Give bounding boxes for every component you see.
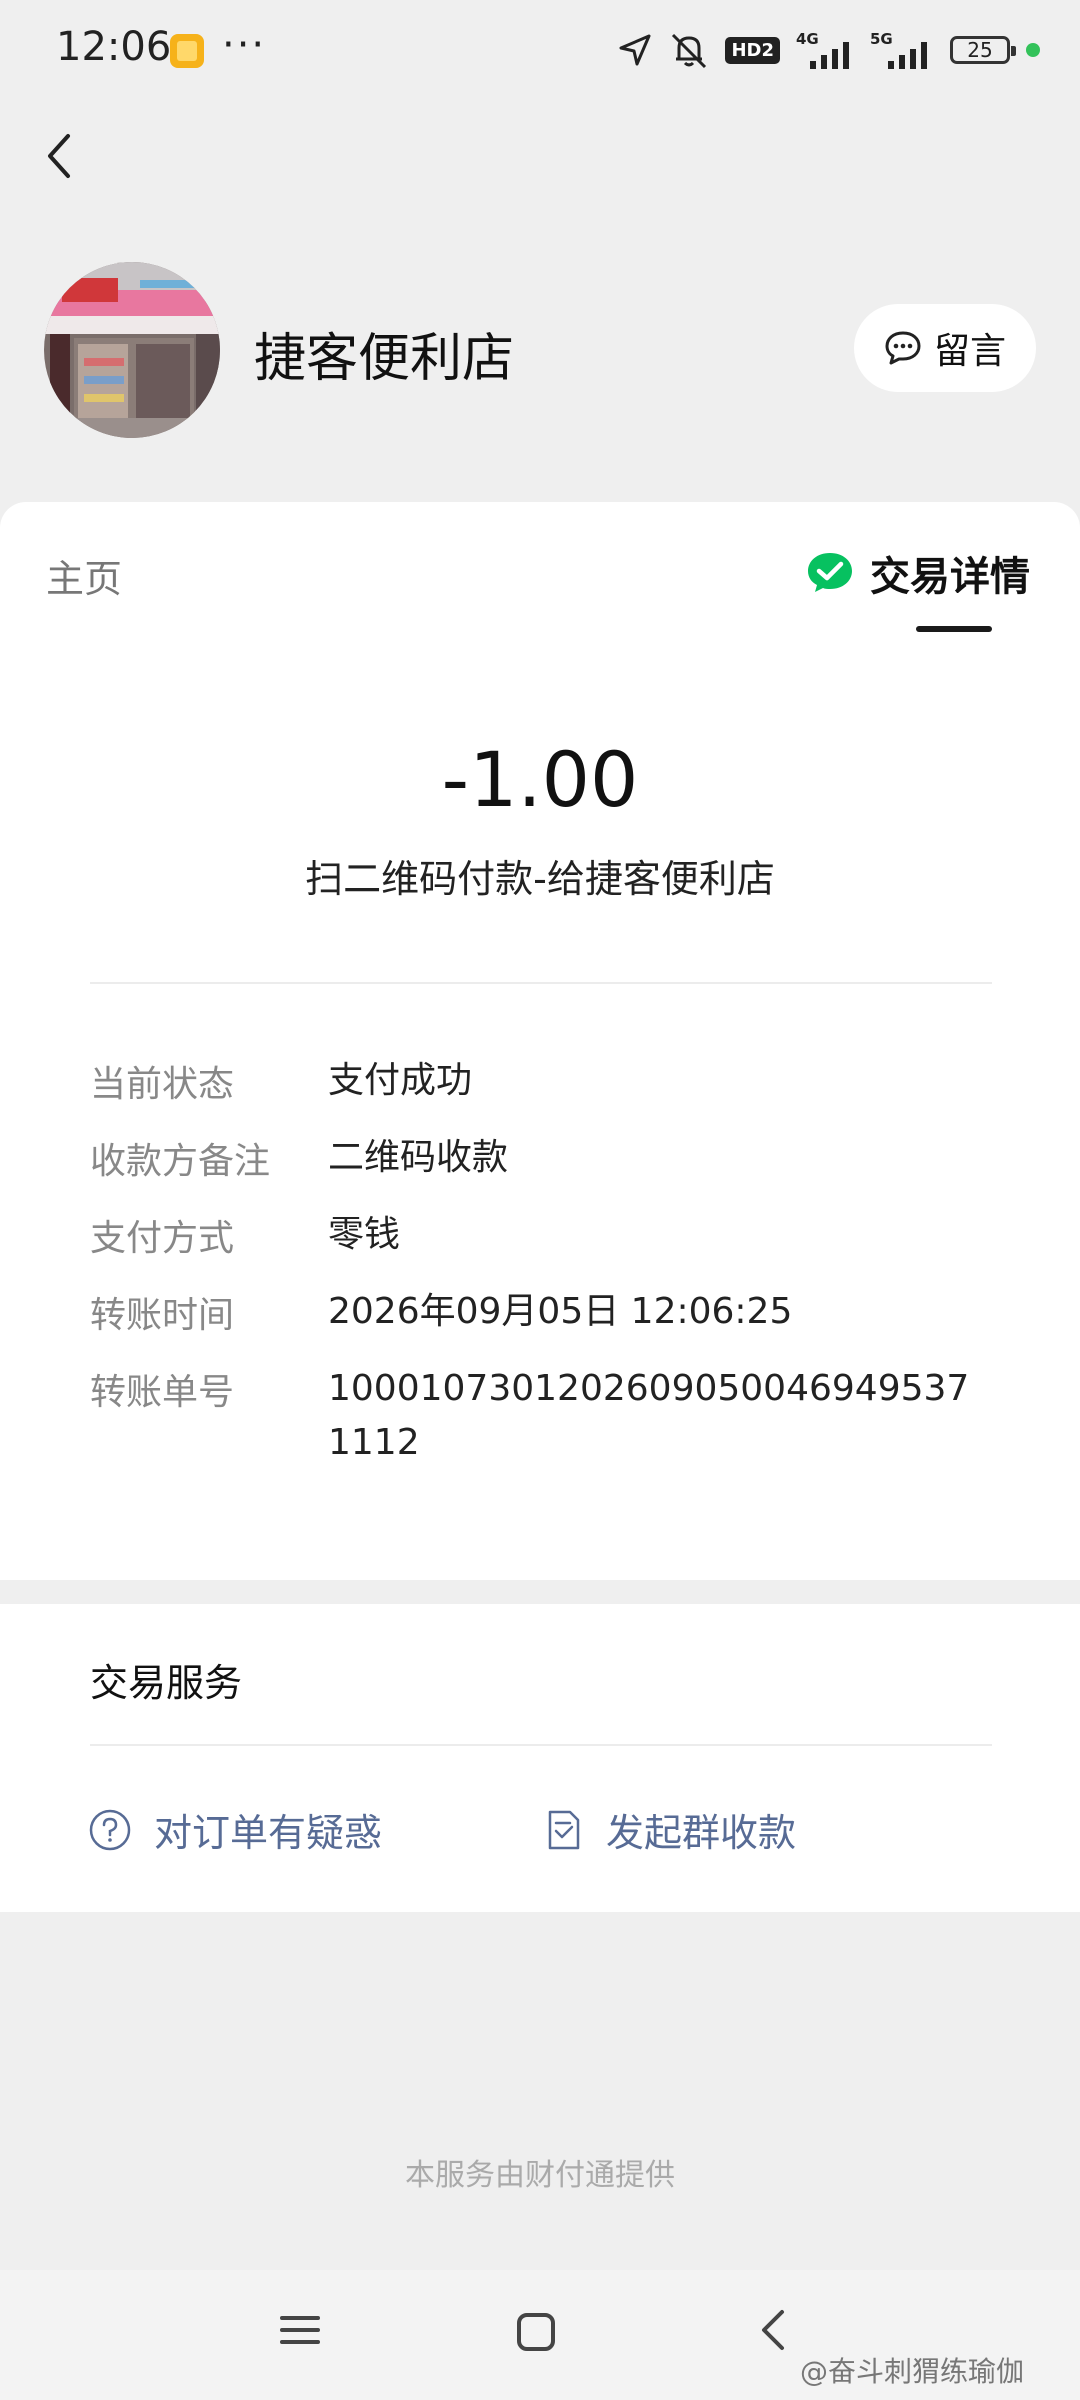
status-value: 支付成功	[328, 1060, 473, 1101]
divider	[90, 1744, 992, 1746]
status-time: 12:06	[56, 24, 172, 70]
transaction-services-section	[0, 1604, 1080, 1912]
more-notifications-icon: ···	[222, 22, 267, 68]
provider-note: 本服务由财付通提供	[405, 2158, 675, 2193]
wechat-pay-check-icon	[808, 553, 852, 592]
battery-icon: 25	[950, 36, 1016, 64]
active-tab-indicator	[916, 626, 992, 632]
transfer-time-label: 转账时间	[90, 1295, 235, 1336]
divider	[90, 982, 992, 984]
payee-note-label: 收款方备注	[90, 1141, 271, 1182]
storefront-photo	[44, 262, 220, 438]
signal-4g-icon: 4G	[796, 31, 854, 69]
chevron-left-icon	[762, 2310, 784, 2350]
nav-recent-apps-button[interactable]	[278, 2308, 322, 2356]
message-bubble-icon	[885, 331, 921, 365]
signal-5g-icon: 5G	[870, 31, 934, 69]
tab-home[interactable]: 主页	[46, 548, 122, 603]
payment-method-label: 支付方式	[90, 1218, 235, 1259]
chevron-left-icon	[48, 134, 70, 178]
transfer-number-value[interactable]: 10001073012026090500469495371112	[328, 1362, 992, 1470]
nav-back-button[interactable]	[752, 2304, 796, 2360]
watermark: @奋斗刺猬练瑜伽	[800, 2355, 1025, 2388]
question-circle-icon	[89, 1809, 131, 1850]
merchant-name: 捷客便利店	[254, 329, 515, 389]
battery-level: 25	[967, 38, 993, 62]
payee-note-value: 二维码收款	[328, 1137, 509, 1178]
document-check-icon	[548, 1810, 580, 1849]
menu-lines-icon	[280, 2316, 320, 2344]
leave-message-button[interactable]: 留言	[854, 304, 1036, 392]
hd-badge: HD2	[725, 36, 780, 64]
transfer-number-label: 转账单号	[90, 1372, 235, 1413]
nav-home-button[interactable]	[514, 2310, 558, 2358]
status-label: 当前状态	[90, 1064, 235, 1105]
location-arrow-icon	[619, 34, 651, 66]
order-question-link[interactable]: 对订单有疑惑	[88, 1802, 382, 1857]
merchant-avatar[interactable]	[44, 262, 220, 438]
tab-transaction-detail[interactable]: 交易详情	[806, 544, 1030, 602]
payment-method-value: 零钱	[328, 1214, 401, 1255]
payment-amount: -1.00	[441, 735, 639, 824]
back-button[interactable]	[30, 120, 90, 190]
leave-message-label: 留言	[933, 331, 1006, 372]
order-question-label: 对订单有疑惑	[154, 1811, 383, 1855]
transfer-time-value: 2026年09月05日 12:06:25	[328, 1291, 793, 1332]
privacy-indicator-dot	[1026, 43, 1040, 57]
group-collection-label: 发起群收款	[606, 1811, 797, 1855]
square-home-icon	[517, 2313, 555, 2351]
payment-description: 扫二维码付款-给捷客便利店	[305, 857, 775, 901]
notification-app-icon	[170, 34, 204, 68]
group-collection-link[interactable]: 发起群收款	[544, 1802, 796, 1857]
mute-bell-icon	[672, 33, 707, 69]
services-title: 交易服务	[90, 1661, 243, 1705]
status-icons: HD2 4G 5G 25	[617, 30, 1040, 70]
tab-detail-label: 交易详情	[870, 554, 1030, 600]
